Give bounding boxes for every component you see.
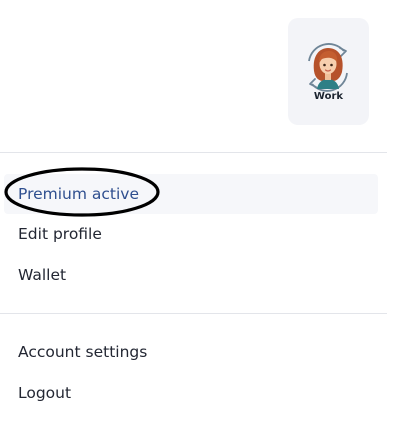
divider bbox=[0, 313, 387, 314]
edit-profile-link[interactable]: Edit profile bbox=[4, 214, 378, 254]
divider bbox=[0, 152, 387, 153]
switch-profile-button[interactable]: Work bbox=[288, 18, 369, 125]
avatar bbox=[302, 41, 354, 93]
wallet-link[interactable]: Wallet bbox=[4, 255, 378, 295]
logout-link[interactable]: Logout bbox=[4, 373, 378, 413]
switch-profile-icon bbox=[308, 43, 348, 92]
account-dropdown-menu: Work Premium active Edit profile Wallet … bbox=[0, 0, 387, 445]
account-settings-link[interactable]: Account settings bbox=[4, 332, 378, 372]
profile-label: Work bbox=[313, 91, 344, 102]
premium-active-link[interactable]: Premium active bbox=[4, 174, 378, 214]
